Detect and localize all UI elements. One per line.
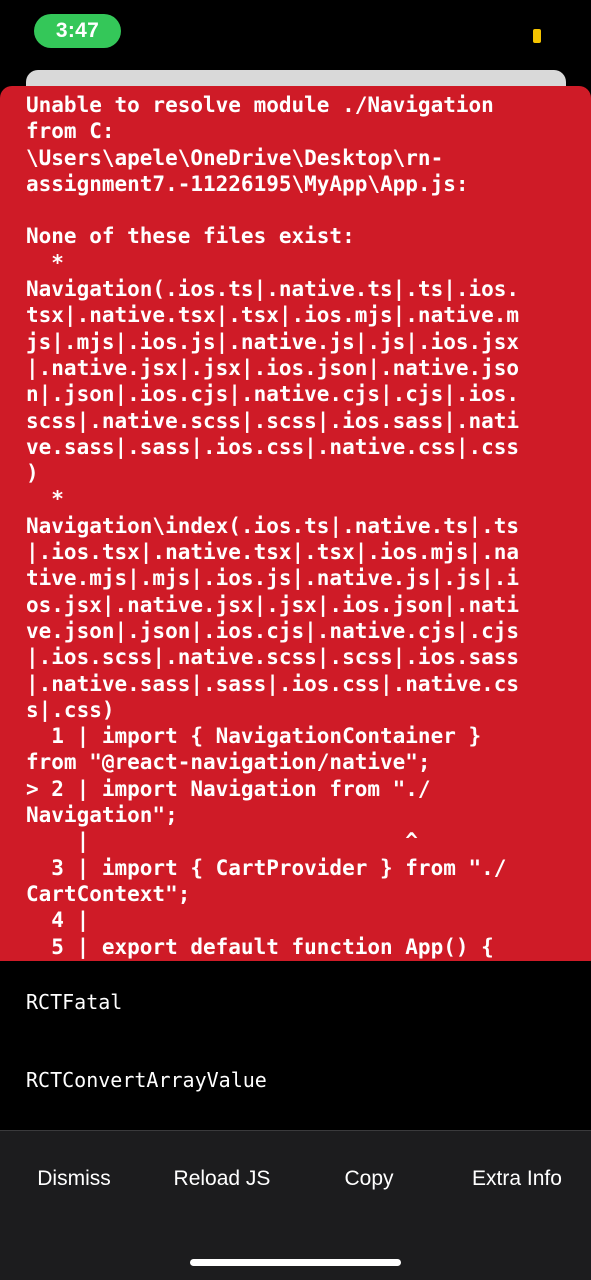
dismiss-button[interactable]: Dismiss — [0, 1131, 148, 1227]
stack-trace-item[interactable]: RCTFatal — [26, 989, 122, 1015]
extra-info-button[interactable]: Extra Info — [443, 1131, 591, 1227]
battery-icon — [533, 29, 541, 43]
stack-trace-item[interactable]: RCTConvertArrayValue — [26, 1067, 267, 1093]
home-indicator[interactable] — [190, 1259, 401, 1266]
stack-trace-list[interactable]: RCTFatal RCTConvertArrayValue — [0, 961, 591, 1130]
error-panel[interactable]: Unable to resolve module ./Navigation fr… — [0, 86, 591, 961]
reload-js-button[interactable]: Reload JS — [148, 1131, 296, 1227]
error-toolbar: Dismiss Reload JS Copy Extra Info — [0, 1131, 591, 1280]
status-bar-time: 3:47 — [34, 14, 121, 48]
copy-button[interactable]: Copy — [295, 1131, 443, 1227]
error-message: Unable to resolve module ./Navigation fr… — [26, 93, 520, 959]
